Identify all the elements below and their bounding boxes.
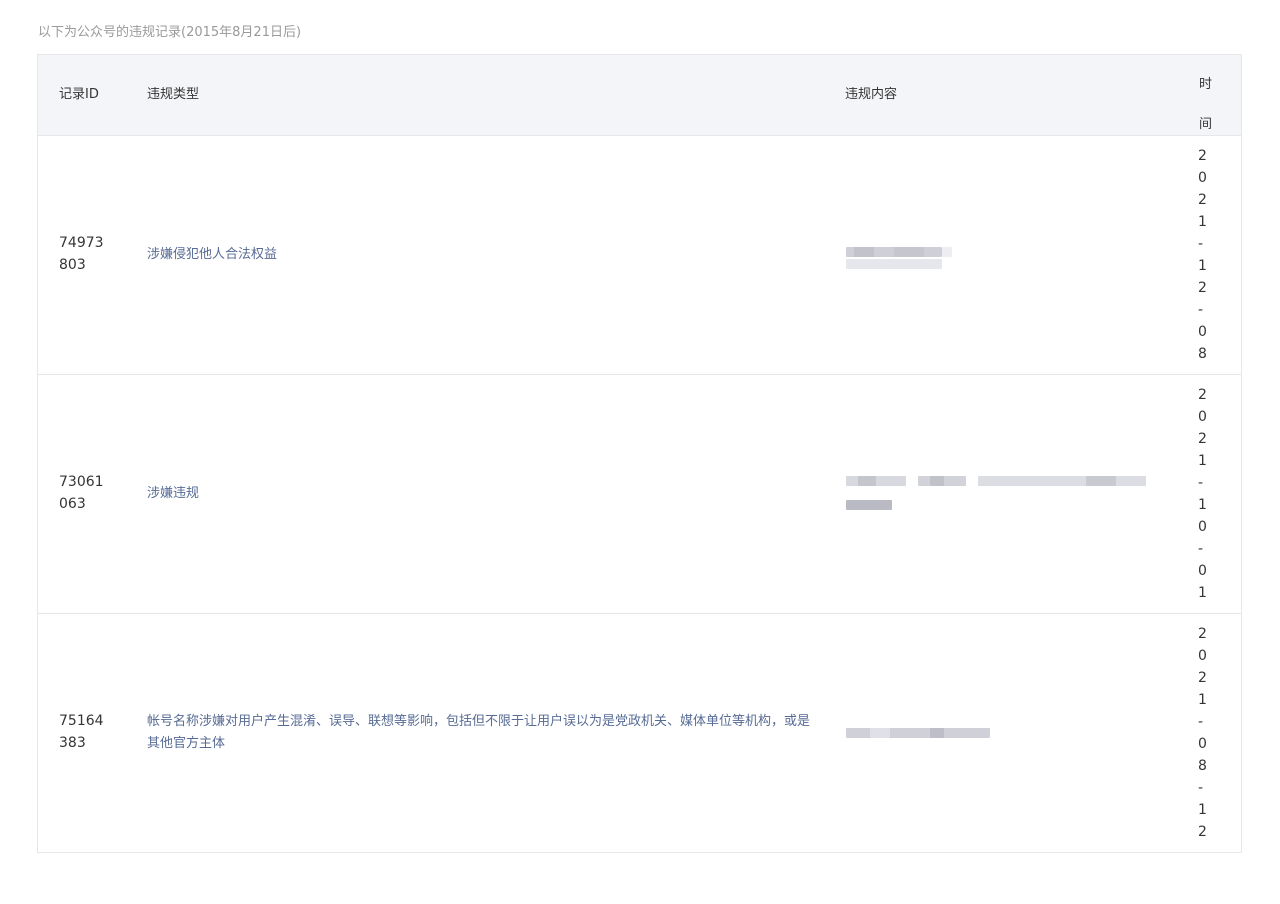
table-header: 记录ID 违规类型 违规内容 时间 (38, 55, 1241, 136)
column-header-record-id: 记录ID (59, 87, 99, 102)
table-row: 74973803 涉嫌侵犯他人合法权益 2021-12-08 (38, 136, 1241, 375)
record-time-cell: 2021-08-12 (1198, 626, 1207, 840)
record-id-cell: 73061063 (59, 474, 104, 512)
column-header-violation-type: 违规类型 (147, 87, 200, 102)
record-time-cell: 2021-10-01 (1198, 387, 1207, 601)
column-header-time: 时间 (1199, 77, 1213, 132)
record-id-cell: 74973803 (59, 235, 104, 273)
violation-records-caption: 以下为公众号的违规记录(2015年8月21日后) (38, 25, 302, 40)
violation-type-link[interactable]: 涉嫌侵犯他人合法权益 (147, 244, 812, 266)
table-row: 75164383 帐号名称涉嫌对用户产生混淆、误导、联想等影响，包括但不限于让用… (38, 614, 1241, 852)
violation-records-table: 记录ID 违规类型 违规内容 时间 74973803 涉嫌侵犯他人合法权益 20… (37, 54, 1242, 853)
violation-type-link[interactable]: 涉嫌违规 (147, 483, 812, 505)
record-id-cell: 75164383 (59, 713, 104, 751)
table-row: 73061063 涉嫌违规 2021-10-01 (38, 375, 1241, 614)
violation-type-link[interactable]: 帐号名称涉嫌对用户产生混淆、误导、联想等影响，包括但不限于让用户误以为是党政机关… (147, 711, 812, 755)
column-header-violation-content: 违规内容 (845, 87, 898, 102)
record-time-cell: 2021-12-08 (1198, 148, 1207, 362)
